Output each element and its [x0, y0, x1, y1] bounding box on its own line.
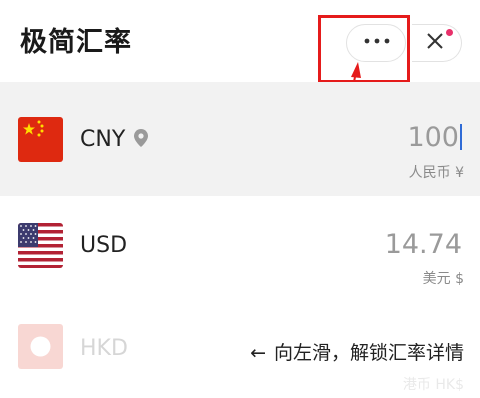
- currency-row-hkd[interactable]: HKD 港币 HK$ ← 向左滑，解锁汇率详情: [0, 302, 480, 398]
- swipe-hint: ← 向左滑，解锁汇率详情: [250, 338, 464, 365]
- currency-unit: 美元 $: [422, 271, 464, 287]
- amount-value: 100: [407, 122, 459, 153]
- usa-flag: [18, 223, 63, 268]
- location-pin-icon: [134, 129, 148, 151]
- arrow-left-icon: ←: [250, 342, 266, 364]
- currency-code: CNY: [80, 127, 126, 152]
- close-x-icon: [424, 30, 446, 59]
- currency-code: USD: [80, 233, 128, 258]
- currency-code: HKD: [80, 336, 128, 361]
- annotation-highlight-box: [318, 15, 410, 83]
- app-title: 极简汇率: [20, 27, 132, 58]
- hong-kong-flag: [18, 324, 63, 369]
- currency-row-usd[interactable]: USD 14.74 美元 $: [0, 196, 480, 302]
- text-cursor: [460, 124, 462, 150]
- swipe-hint-text: 向左滑，解锁汇率详情: [273, 342, 464, 364]
- currency-row-cny[interactable]: CNY 100 人民币 ¥: [0, 82, 480, 196]
- close-button[interactable]: [412, 24, 462, 62]
- amount-input-cny[interactable]: 100: [407, 122, 462, 153]
- china-flag: [18, 117, 63, 162]
- currency-unit: 港币 HK$: [402, 377, 464, 393]
- notification-badge: [446, 29, 453, 36]
- amount-value-usd[interactable]: 14.74: [385, 229, 462, 260]
- currency-unit: 人民币 ¥: [408, 165, 464, 181]
